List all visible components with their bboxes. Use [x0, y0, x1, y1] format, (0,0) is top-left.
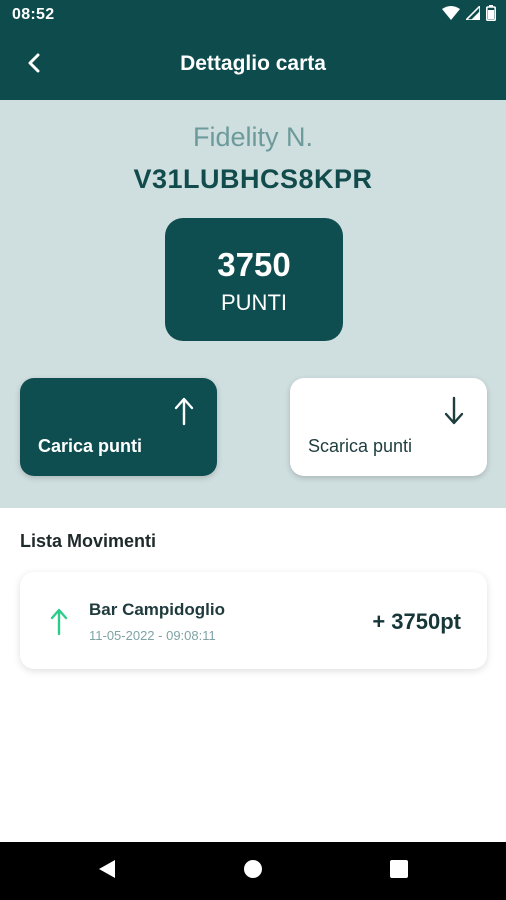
points-balance: 3750 PUNTI [165, 218, 343, 341]
fidelity-label: Fidelity N. [192, 122, 314, 152]
status-bar: 08:52 [0, 0, 506, 30]
battery-icon [486, 4, 496, 26]
system-nav-bar [0, 842, 506, 900]
recents-square-icon [390, 859, 408, 883]
points-value: 3750 [217, 246, 291, 283]
nav-back-button[interactable] [92, 856, 122, 886]
card-hero: Fidelity N. V31LUBHCS8KPR 3750 PUNTI Car… [0, 100, 506, 508]
arrow-up-icon [50, 608, 68, 636]
nav-home-button[interactable] [238, 856, 268, 886]
app-bar: Dettaglio carta [0, 30, 506, 100]
movement-date: 11-05-2022 - 09:08:11 [89, 628, 216, 643]
load-points-button[interactable]: Carica punti [20, 378, 217, 476]
arrow-up-icon [173, 396, 195, 426]
arrow-down-icon [443, 396, 465, 426]
movement-merchant: Bar Campidoglio [89, 600, 226, 619]
status-icons [442, 3, 496, 26]
nav-recents-button[interactable] [384, 856, 414, 886]
home-circle-icon [243, 859, 263, 884]
wifi-icon [442, 5, 460, 25]
load-points-label: Carica punti [38, 436, 143, 456]
unload-points-button[interactable]: Scarica punti [290, 378, 487, 476]
back-triangle-icon [98, 859, 116, 884]
unload-points-label: Scarica punti [308, 436, 413, 456]
list-item[interactable]: Bar Campidoglio 11-05-2022 - 09:08:11 + … [20, 572, 487, 669]
card-code: V31LUBHCS8KPR [133, 164, 373, 194]
signal-icon [464, 3, 481, 25]
movements-title: Lista Movimenti [20, 531, 157, 551]
movement-amount: + 3750pt [372, 609, 461, 634]
status-time: 08:52 [12, 6, 55, 23]
page-title: Dettaglio carta [180, 52, 326, 75]
points-unit: PUNTI [221, 290, 287, 315]
